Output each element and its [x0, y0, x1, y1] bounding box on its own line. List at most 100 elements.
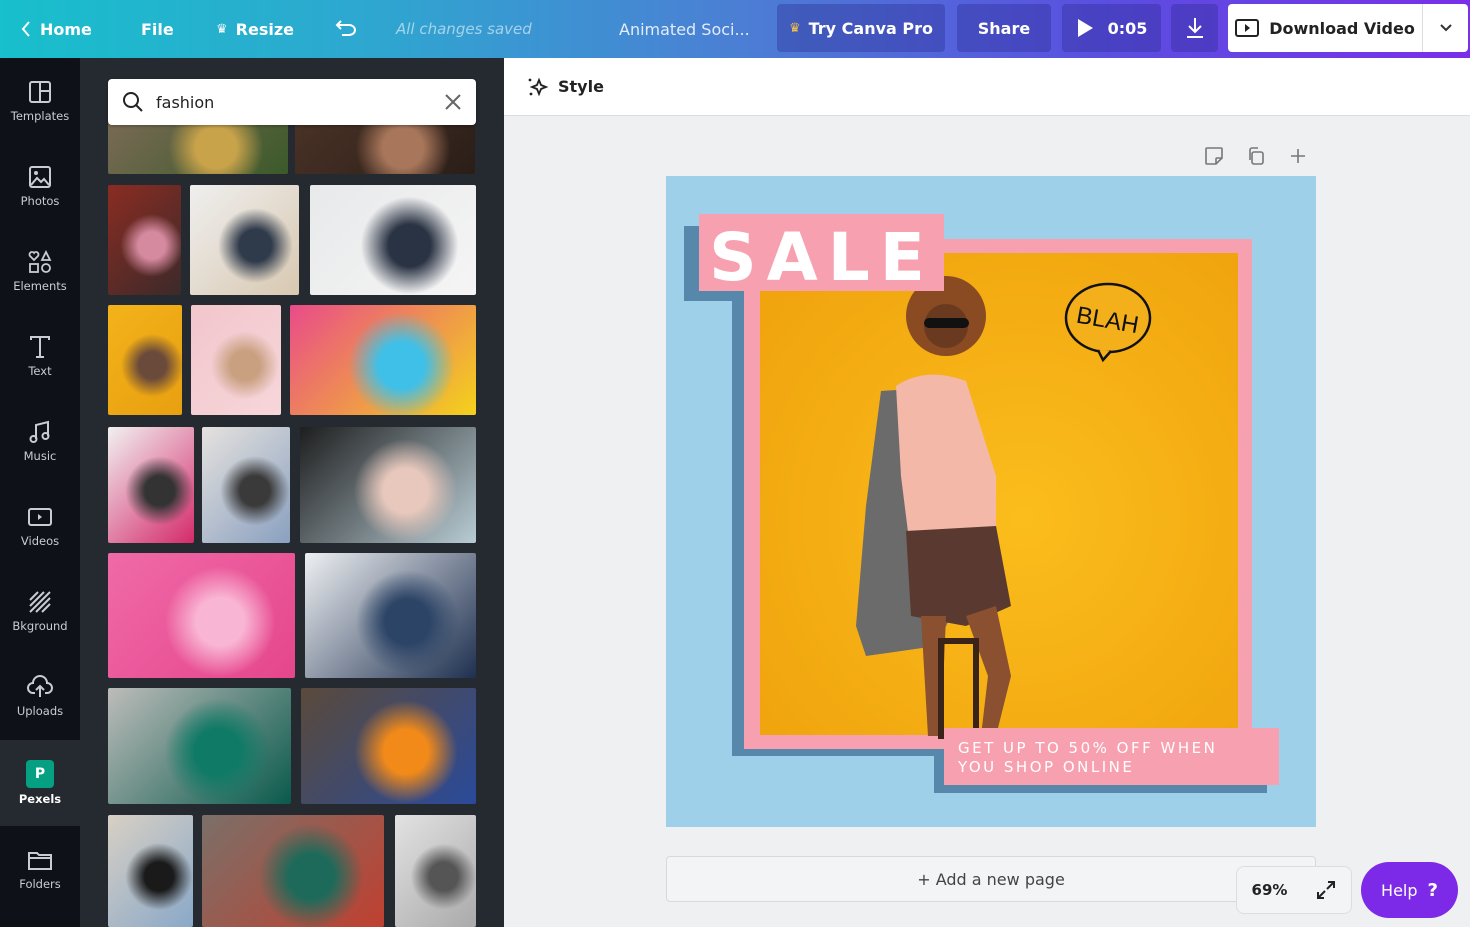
sidebar-item-label: Templates — [10, 108, 70, 123]
folders-icon — [28, 851, 52, 870]
video-icon — [1235, 19, 1260, 37]
try-pro-label: Try Canva Pro — [808, 18, 934, 38]
photo-thumbnail[interactable] — [301, 688, 476, 804]
photo-thumbnail[interactable] — [108, 815, 193, 927]
photo-thumbnail[interactable] — [108, 305, 182, 415]
elements-icon — [28, 249, 52, 273]
fullscreen-icon[interactable] — [1316, 880, 1336, 900]
zoom-control: 69% — [1236, 866, 1352, 914]
photo-thumbnail[interactable] — [108, 427, 194, 543]
add-note-button[interactable] — [1203, 145, 1225, 167]
videos-icon — [28, 507, 52, 526]
save-status: All changes saved — [396, 20, 532, 38]
play-duration: 0:05 — [1107, 18, 1148, 38]
add-new-page-button[interactable]: + Add a new page — [666, 856, 1316, 902]
templates-icon — [29, 80, 51, 103]
photos-icon — [29, 165, 51, 188]
sidebar-item-label: Pexels — [18, 791, 62, 806]
file-label: File — [141, 19, 174, 39]
photo-thumbnail[interactable] — [290, 305, 476, 415]
design-artwork: BLAH SALE GET UP TO 50% OFF WHEN YOU SHO… — [684, 214, 1279, 793]
home-label: Home — [40, 19, 92, 39]
side-navigation: Templates Photos Elements Text Music Vid… — [0, 58, 80, 927]
pexels-panel — [80, 58, 504, 927]
undo-button[interactable] — [334, 0, 358, 58]
crown-icon: ♛ — [788, 20, 801, 36]
duplicate-icon — [1249, 147, 1264, 165]
search-icon — [123, 92, 143, 112]
sidebar-item-music[interactable]: Music — [0, 398, 80, 483]
share-label: Share — [977, 18, 1031, 38]
share-button[interactable]: Share — [957, 4, 1051, 52]
photo-thumbnail[interactable] — [108, 553, 295, 678]
help-label: Help — [1381, 880, 1418, 900]
download-button[interactable] — [1171, 4, 1218, 52]
pexels-icon: P — [26, 759, 54, 788]
chevron-down-icon — [1439, 24, 1452, 32]
photo-thumbnail[interactable] — [310, 185, 476, 295]
sidebar-item-pexels[interactable]: P Pexels — [0, 740, 80, 825]
music-icon — [29, 420, 50, 443]
sidebar-item-elements[interactable]: Elements — [0, 228, 80, 313]
sidebar-item-templates[interactable]: Templates — [0, 58, 80, 143]
photo-thumbnail[interactable] — [202, 427, 290, 543]
add-page-button[interactable] — [1287, 145, 1309, 167]
search-bar — [108, 79, 476, 125]
uploads-icon — [27, 674, 53, 697]
crown-icon: ♛ — [216, 21, 228, 37]
sidebar-item-label: Bkground — [12, 618, 68, 633]
file-menu-button[interactable]: File — [141, 0, 174, 58]
photo-thumbnail[interactable] — [108, 688, 291, 804]
help-button[interactable]: Help ? — [1361, 862, 1458, 918]
zoom-level[interactable]: 69% — [1252, 881, 1288, 899]
sidebar-item-photos[interactable]: Photos — [0, 143, 80, 228]
photo-thumbnail[interactable] — [108, 185, 181, 295]
style-label: Style — [558, 77, 604, 96]
play-icon — [1077, 19, 1093, 37]
note-icon — [1205, 147, 1223, 165]
undo-icon — [335, 20, 356, 36]
chevron-left-icon — [21, 21, 30, 37]
home-button[interactable]: Home — [20, 0, 92, 58]
download-video-group: Download Video — [1228, 4, 1468, 52]
sidebar-item-label: Elements — [13, 278, 67, 293]
play-button[interactable]: 0:05 — [1062, 4, 1161, 52]
style-button[interactable]: Style — [526, 76, 604, 98]
photo-thumbnail[interactable] — [191, 305, 281, 415]
promo-text-line-2: YOU SHOP ONLINE — [957, 758, 1134, 776]
sparkle-icon — [528, 77, 549, 96]
text-icon — [30, 335, 50, 358]
sidebar-item-label: Videos — [20, 533, 60, 548]
resize-button[interactable]: ♛ Resize — [216, 0, 294, 58]
photo-thumbnail[interactable] — [202, 815, 384, 927]
sidebar-item-uploads[interactable]: Uploads — [0, 653, 80, 738]
sidebar-item-text[interactable]: Text — [0, 313, 80, 398]
sidebar-item-background[interactable]: Bkground — [0, 568, 80, 653]
search-input[interactable] — [156, 92, 432, 112]
design-page[interactable]: BLAH SALE GET UP TO 50% OFF WHEN YOU SHO… — [666, 176, 1316, 827]
sidebar-item-label: Text — [28, 363, 52, 378]
try-canva-pro-button[interactable]: ♛ Try Canva Pro — [777, 4, 945, 52]
sidebar-item-label: Uploads — [16, 703, 64, 718]
context-toolbar: Style — [504, 58, 1470, 116]
sidebar-item-label: Folders — [19, 876, 61, 891]
sidebar-item-videos[interactable]: Videos — [0, 483, 80, 568]
duplicate-page-button[interactable] — [1245, 145, 1267, 167]
photo-thumbnail[interactable] — [305, 553, 476, 678]
promo-text-line-1: GET UP TO 50% OFF WHEN — [958, 739, 1217, 757]
clear-search-icon[interactable] — [444, 93, 462, 111]
document-title[interactable]: Animated Soci... — [619, 0, 750, 58]
photo-thumbnail[interactable] — [300, 427, 476, 543]
sidebar-item-label: Photos — [20, 193, 60, 208]
question-icon: ? — [1427, 879, 1438, 901]
plus-icon — [1291, 149, 1305, 163]
photo-thumbnail[interactable] — [190, 185, 299, 295]
add-page-label: + Add a new page — [917, 869, 1065, 889]
download-icon — [1186, 18, 1203, 38]
photo-thumbnail[interactable] — [395, 815, 476, 927]
download-video-button[interactable]: Download Video — [1228, 4, 1423, 52]
page-tools — [1203, 145, 1309, 167]
download-options-dropdown[interactable] — [1423, 4, 1468, 52]
sale-headline: SALE — [709, 219, 935, 296]
sidebar-item-folders[interactable]: Folders — [0, 826, 80, 911]
